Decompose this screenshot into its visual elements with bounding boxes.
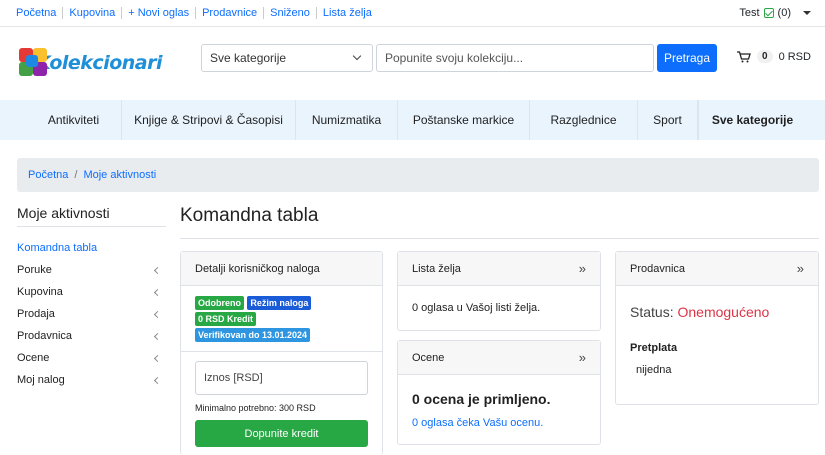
- search-button[interactable]: Pretraga: [657, 44, 717, 72]
- sidebar-item-shopping[interactable]: Kupovina: [17, 281, 162, 303]
- nav-item-sport[interactable]: Sport: [638, 100, 698, 140]
- top-link-shopping[interactable]: Kupovina: [63, 7, 123, 19]
- top-link-wishlist[interactable]: Lista želja: [317, 7, 378, 19]
- cart[interactable]: 0 0 RSD: [737, 50, 811, 63]
- user-menu[interactable]: Test (0): [739, 7, 811, 19]
- account-card-header: Detalji korisničkog naloga: [181, 252, 382, 286]
- wishlist-card: Lista želja » 0 oglasa u Vašoj listi žel…: [397, 251, 601, 331]
- nav-item-books[interactable]: Knjige & Stripovi & Časopisi: [122, 100, 296, 140]
- nav-item-postcards[interactable]: Razglednice: [530, 100, 638, 140]
- nav-item-all-categories[interactable]: Sve kategorije: [698, 100, 806, 140]
- amount-input[interactable]: [195, 361, 368, 395]
- ratings-card-header[interactable]: Ocene »: [398, 341, 600, 375]
- cart-total: 0 RSD: [778, 50, 811, 63]
- top-link-new-ad[interactable]: + Novi oglas: [122, 7, 197, 19]
- sidebar-title: Moje aktivnosti: [17, 205, 110, 221]
- nav-item-antiques[interactable]: Antikviteti: [26, 100, 122, 140]
- status-badge-credit: 0 RSD Kredit: [195, 312, 257, 326]
- top-bar: Početna Kupovina + Novi oglas Prodavnice…: [0, 0, 825, 27]
- top-link-sale[interactable]: Sniženo: [264, 7, 317, 19]
- wishlist-count: (0): [777, 7, 791, 19]
- breadcrumb-current[interactable]: Moje aktivnosti: [83, 169, 156, 181]
- category-nav: Antikviteti Knjige & Stripovi & Časopisi…: [0, 100, 825, 140]
- subscription-value: nijedna: [636, 364, 672, 376]
- account-badges: Odobreno Režim naloga 0 RSD Kredit Verif…: [181, 286, 382, 343]
- shop-status: Status: Onemogućeno: [616, 286, 818, 320]
- sidebar-menu: Komandna tabla Poruke Kupovina Prodaja P…: [17, 237, 162, 391]
- category-select-value: Sve kategorije: [210, 51, 287, 65]
- status-badge-account-mode: Režim naloga: [247, 296, 312, 310]
- chevron-down-icon: [352, 51, 362, 61]
- top-links: Početna Kupovina + Novi oglas Prodavnice…: [10, 7, 378, 19]
- shop-card-header[interactable]: Prodavnica »: [616, 252, 818, 286]
- chevron-left-icon: [153, 354, 162, 362]
- breadcrumb-home[interactable]: Početna: [28, 169, 68, 181]
- top-link-shops[interactable]: Prodavnice: [196, 7, 265, 19]
- topup-credit-button[interactable]: Dopunite kredit: [195, 420, 368, 447]
- sidebar-item-account[interactable]: Moj nalog: [17, 369, 162, 391]
- double-chevron-right-icon[interactable]: »: [579, 350, 586, 365]
- ratings-card: Ocene » 0 ocena je primljeno. 0 oglasa č…: [397, 340, 601, 445]
- chevron-left-icon: [153, 332, 162, 340]
- ratings-card-title: Ocene: [412, 352, 445, 364]
- sidebar-item-label: Komandna tabla: [17, 242, 98, 254]
- ratings-pending-link[interactable]: 0 oglasa čeka Vašu ocenu.: [398, 407, 600, 429]
- page-title: Komandna tabla: [180, 205, 319, 226]
- sidebar-item-sales[interactable]: Prodaja: [17, 303, 162, 325]
- sidebar-item-shop[interactable]: Prodavnica: [17, 325, 162, 347]
- status-badge-verified: Verifikovan do 13.01.2024: [195, 328, 311, 342]
- chevron-left-icon: [153, 310, 162, 318]
- sidebar-item-dashboard[interactable]: Komandna tabla: [17, 237, 162, 259]
- sidebar-item-label: Ocene: [17, 352, 50, 364]
- status-badge-approved: Odobreno: [195, 296, 244, 310]
- subscription-label: Pretplata: [630, 342, 678, 354]
- sidebar-divider: [17, 226, 166, 227]
- sidebar-item-label: Poruke: [17, 264, 52, 276]
- wishlist-card-title: Lista želja: [412, 263, 461, 275]
- wishlist-card-header[interactable]: Lista želja »: [398, 252, 600, 286]
- sidebar-item-label: Kupovina: [17, 286, 63, 298]
- search-input[interactable]: [376, 44, 654, 72]
- top-link-home[interactable]: Početna: [10, 7, 64, 19]
- double-chevron-right-icon[interactable]: »: [579, 261, 586, 276]
- site-logo[interactable]: Kolekcionari: [17, 43, 162, 83]
- sidebar-item-label: Moj nalog: [17, 374, 65, 386]
- shop-status-label: Status:: [630, 304, 674, 320]
- puzzle-logo-icon: [17, 46, 47, 80]
- nav-item-stamps[interactable]: Poštanske markice: [398, 100, 530, 140]
- breadcrumb-separator: /: [74, 169, 78, 181]
- sidebar-item-label: Prodaja: [17, 308, 55, 320]
- category-select[interactable]: Sve kategorije: [201, 44, 373, 72]
- cart-count: 0: [757, 50, 773, 63]
- sidebar-item-ratings[interactable]: Ocene: [17, 347, 162, 369]
- title-divider: [180, 238, 819, 239]
- chevron-left-icon: [153, 376, 162, 384]
- account-details-card: Detalji korisničkog naloga Odobreno Reži…: [180, 251, 383, 455]
- logo-text: Kolekcionari: [36, 52, 162, 74]
- breadcrumb: Početna / Moje aktivnosti: [17, 158, 819, 192]
- shop-card-title: Prodavnica: [630, 263, 686, 275]
- check-icon: [763, 8, 774, 18]
- cart-icon: [737, 50, 751, 62]
- user-name: Test: [739, 7, 760, 19]
- double-chevron-right-icon[interactable]: »: [797, 261, 804, 276]
- chevron-left-icon: [153, 288, 162, 296]
- sidebar-item-messages[interactable]: Poruke: [17, 259, 162, 281]
- nav-item-numismatics[interactable]: Numizmatika: [296, 100, 398, 140]
- wishlist-count-text: 0 oglasa u Vašoj listi želja.: [412, 302, 541, 314]
- chevron-left-icon: [153, 266, 162, 274]
- shop-card: Prodavnica » Status: Onemogućeno Pretpla…: [615, 251, 819, 405]
- sidebar-item-label: Prodavnica: [17, 330, 73, 342]
- caret-down-icon[interactable]: [803, 11, 811, 15]
- card-divider: [181, 351, 382, 352]
- minimum-amount-text: Minimalno potrebno: 300 RSD: [195, 403, 316, 413]
- ratings-received-text: 0 ocena je primljeno.: [412, 391, 551, 407]
- shop-status-value: Onemogućeno: [677, 304, 770, 320]
